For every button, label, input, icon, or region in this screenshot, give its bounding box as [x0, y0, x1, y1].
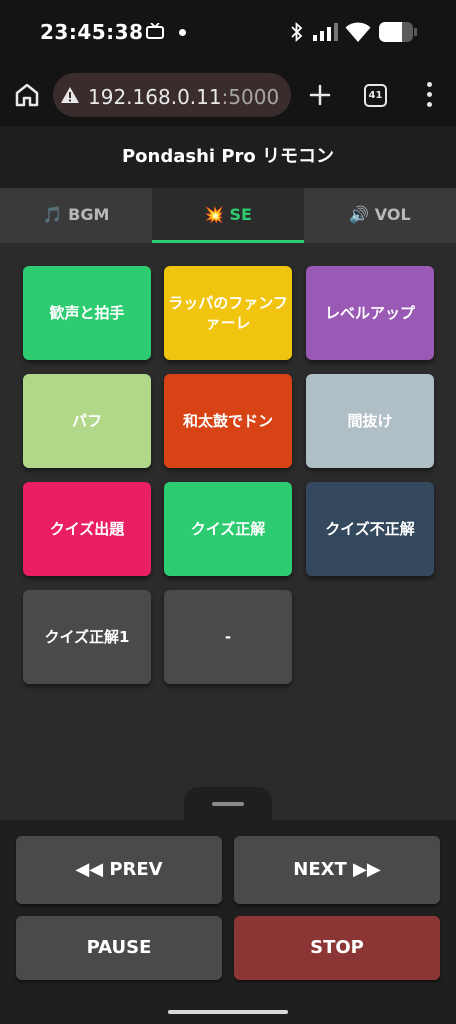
wifi-icon [345, 22, 371, 42]
gesture-bar [168, 1010, 288, 1014]
url-text[interactable]: 192.168.0.11:5000 [88, 85, 279, 109]
browser-toolbar: 192.168.0.11:5000 41 [0, 64, 456, 126]
control-panel: ◀◀ PREV NEXT ▶▶ PAUSE STOP [0, 820, 456, 1024]
signal-icon [313, 23, 338, 41]
se-button[interactable]: 歓声と拍手 [23, 266, 151, 360]
tv-icon [146, 23, 164, 39]
next-button[interactable]: NEXT ▶▶ [234, 836, 440, 904]
se-button[interactable]: レベルアップ [306, 266, 434, 360]
se-button[interactable]: - [164, 590, 292, 684]
tab-bar: 🎵 BGM 💥 SE 🔊 VOL [0, 188, 456, 243]
status-time: 23:45:38 [40, 20, 144, 44]
warning-icon[interactable] [60, 86, 80, 104]
home-icon[interactable] [12, 80, 42, 110]
page-title: Pondashi Pro リモコン [0, 126, 456, 188]
tab-label: BGM [68, 205, 110, 224]
se-button[interactable]: クイズ正解1 [23, 590, 151, 684]
speaker-icon: 🔊 [349, 205, 370, 224]
url-port: :5000 [221, 85, 280, 109]
remote-app: Pondashi Pro リモコン 🎵 BGM 💥 SE 🔊 VOL 歓声と拍手… [0, 126, 456, 1024]
tabs-count-button[interactable]: 41 [364, 84, 387, 107]
music-note-icon: 🎵 [42, 205, 63, 224]
se-button[interactable]: クイズ不正解 [306, 482, 434, 576]
se-button[interactable]: 和太鼓でドン [164, 374, 292, 468]
battery-icon [379, 22, 417, 42]
se-button[interactable]: ラッパのファンファーレ [164, 266, 292, 360]
url-host: 192.168.0.11 [88, 85, 222, 109]
menu-icon[interactable] [420, 81, 440, 109]
tab-bgm[interactable]: 🎵 BGM [0, 188, 152, 243]
se-button[interactable]: クイズ正解 [164, 482, 292, 576]
tab-label: VOL [374, 205, 411, 224]
notification-dot-icon [179, 29, 186, 36]
pause-button[interactable]: PAUSE [16, 916, 222, 980]
se-button[interactable]: 間抜け [306, 374, 434, 468]
new-tab-plus-icon[interactable] [305, 80, 335, 110]
se-button[interactable]: パフ [23, 374, 151, 468]
tab-vol[interactable]: 🔊 VOL [304, 188, 456, 243]
tab-label: SE [229, 205, 252, 224]
prev-button[interactable]: ◀◀ PREV [16, 836, 222, 904]
se-button[interactable]: クイズ出題 [23, 482, 151, 576]
drag-handle-bar [212, 802, 244, 806]
collision-icon: 💥 [204, 205, 224, 224]
status-bar: 23:45:38 [0, 0, 456, 64]
tab-se[interactable]: 💥 SE [152, 188, 304, 243]
stop-button[interactable]: STOP [234, 916, 440, 980]
bluetooth-icon [291, 22, 303, 42]
